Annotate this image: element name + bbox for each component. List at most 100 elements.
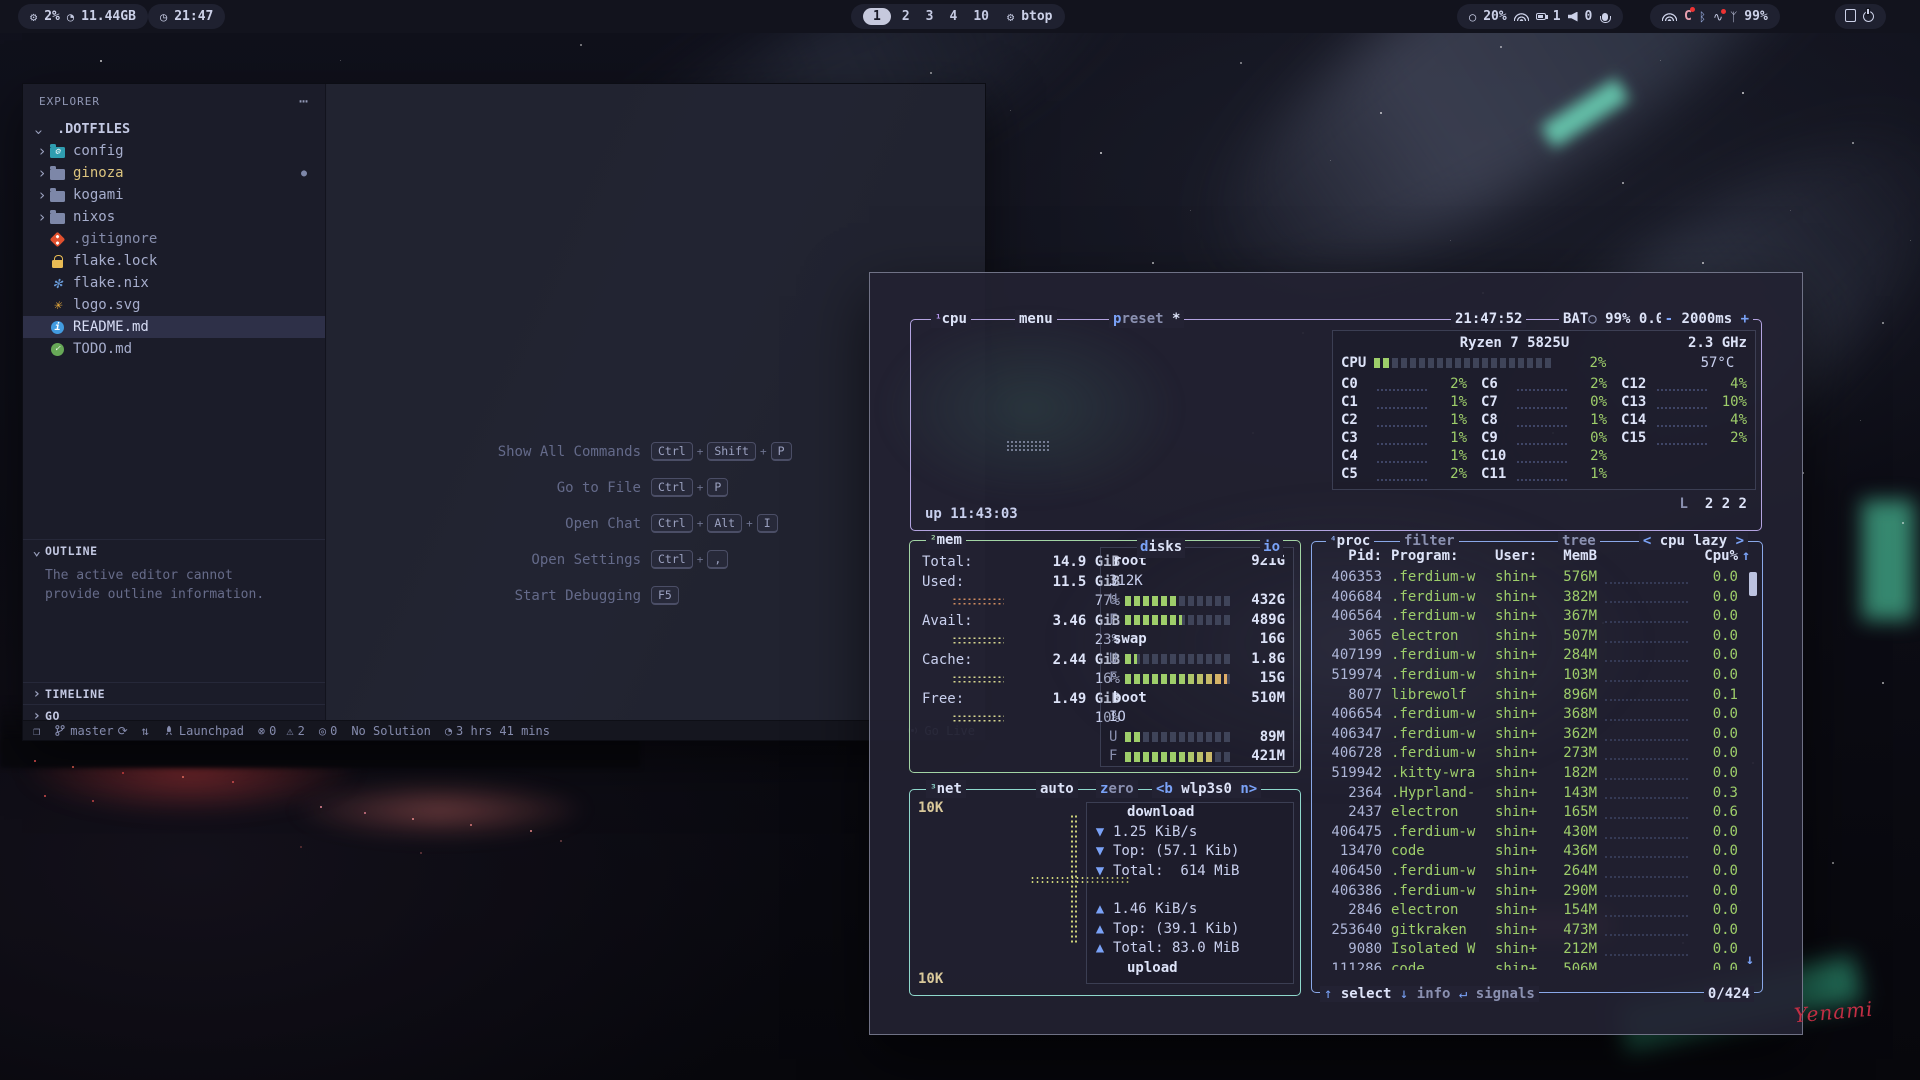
process-row[interactable]: 2437 electron shin+ 165M 0.6 [1320,804,1754,824]
explorer-more-actions-icon[interactable]: ⋯ [299,92,309,110]
bluetooth-icon[interactable]: ᛒ [1699,11,1706,23]
process-row[interactable]: 406353 .ferdium-w shin+ 576M 0.0 [1320,569,1754,589]
process-row[interactable]: 406475 .ferdium-w shin+ 430M 0.0 [1320,824,1754,844]
net-zero-button[interactable]: zero [1096,780,1138,798]
file-row[interactable]: › ginoza ● [23,162,325,184]
process-row[interactable]: 253640 gitkraken shin+ 473M 0.0 [1320,922,1754,942]
free-label: F [1109,669,1119,689]
workspace-button[interactable]: 2 [897,9,915,24]
top-status-bar: ⚙ 2% ◔ 11.44GB ◷ 21:47 1 2 3 4 10 ⚙ btop… [0,0,1920,33]
system-stats-pill[interactable]: ⚙ 2% ◔ 11.44GB [18,4,148,29]
git-branch-button[interactable]: master ⟳ [54,724,127,738]
select-hint[interactable]: select [1341,986,1392,1002]
process-table-header[interactable]: Pid: Program: User: MemB Cpu% ↑ [1320,548,1754,564]
key-chip: F5 [651,586,679,605]
ports-button[interactable]: ◎ 0 [319,724,337,738]
chevron-down-icon: › [30,119,48,139]
process-row[interactable]: 406684 .ferdium-w shin+ 382M 0.0 [1320,589,1754,609]
file-icon [49,231,66,247]
signals-hint[interactable]: signals [1476,986,1535,1002]
workspace-button[interactable]: 3 [921,9,939,24]
process-row[interactable]: 406386 .ferdium-w shin+ 290M 0.0 [1320,883,1754,903]
mem-tab[interactable]: ²mem [926,531,966,549]
menu-button[interactable]: menu [1015,310,1057,328]
process-row[interactable]: 407199 .ferdium-w shin+ 284M 0.0 [1320,647,1754,667]
process-row[interactable]: 406728 .ferdium-w shin+ 273M 0.0 [1320,745,1754,765]
file-row[interactable]: flake.lock [23,250,325,272]
file-type-glyph [50,231,66,247]
process-row[interactable]: 406347 .ferdium-w shin+ 362M 0.0 [1320,726,1754,746]
time-tracker[interactable]: ◔ 3 hrs 41 mins [445,724,550,738]
file-row[interactable]: .gitignore [23,228,325,250]
tray-app-icon[interactable]: C [1684,9,1692,24]
core-leader-dots [1377,443,1427,445]
process-row[interactable]: 406654 .ferdium-w shin+ 368M 0.0 [1320,706,1754,726]
workspace-button[interactable]: 1 [863,8,891,25]
file-row[interactable]: › config [23,140,325,162]
disk-free-bar: F 489G [1109,611,1285,631]
mem-stat-row: Avail: 3.46 GiB [922,612,1120,632]
process-row[interactable]: 2364 .Hyprland- shin+ 143M 0.3 [1320,785,1754,805]
file-row[interactable]: README.md [23,316,325,338]
workspace-button[interactable]: 4 [944,9,962,24]
file-row[interactable]: TODO.md [23,338,325,360]
key-chip: I [757,514,778,533]
net-interface-selector[interactable]: <b wlp3s0 n> [1152,780,1261,798]
clock-pill[interactable]: ◷ 21:47 [148,4,225,29]
hardware-pill[interactable]: ○ 20% 1 0 [1457,4,1623,29]
window-gear-icon: ⚙ [1007,11,1014,23]
cpu-core-row: C14 4% [1621,412,1747,430]
ports-icon: ◎ [319,724,326,738]
cpu-core-row: C11 1% [1481,466,1607,484]
workspace-button[interactable]: 10 [968,9,994,24]
file-row[interactable]: › nixos [23,206,325,228]
process-row[interactable]: 111286 code shin+ 506M 0.0 [1320,961,1754,970]
update-interval-control[interactable]: - 2000ms + [1661,310,1753,328]
process-row[interactable]: 9080 Isolated W shin+ 212M 0.0 [1320,941,1754,961]
preset-button[interactable]: preset * [1109,310,1184,328]
process-row[interactable]: 8077 librewolf shin+ 896M 0.1 [1320,687,1754,707]
cpu-core-row: C13 10% [1621,394,1747,412]
cpu-core-row: C7 0% [1481,394,1607,412]
process-count: 0/424 [1704,986,1754,1002]
power-button-icon[interactable] [1863,11,1874,22]
process-row[interactable]: 519942 .kitty-wra shin+ 182M 0.0 [1320,765,1754,785]
info-hint[interactable]: info [1417,986,1451,1002]
watermark-label: Show All Commands [481,443,641,461]
file-row[interactable]: logo.svg [23,294,325,316]
io-title[interactable]: io [1260,538,1283,558]
process-row[interactable]: 13470 code shin+ 436M 0.0 [1320,843,1754,863]
process-row[interactable]: 2846 electron shin+ 154M 0.0 [1320,902,1754,922]
sync-icon: ⟳ [118,724,128,738]
problems-button[interactable]: ⊗ 0 ⚠ 2 [258,724,305,738]
file-type-glyph [50,147,65,158]
clipboard-icon[interactable] [1847,11,1856,22]
disks-title[interactable]: disks [1137,538,1185,558]
keyboard-battery-value: 1 [1553,9,1561,24]
process-row[interactable]: 406564 .ferdium-w shin+ 367M 0.0 [1320,608,1754,628]
tree-root-dotfiles[interactable]: › .DOTFILES [23,118,325,140]
file-row[interactable]: › kogami [23,184,325,206]
tray-wave-icon[interactable]: ∿ [1713,11,1723,23]
vscode-window: EXPLORER ⋯ › .DOTFILES › config [22,83,986,741]
net-tab[interactable]: ³net [926,780,966,798]
btop-window[interactable]: ¹cpu menu preset * 21:47:52 BAT○ 99% 0.0… [869,272,1803,1035]
remote-window-button[interactable]: ❐ [33,724,40,738]
process-row[interactable]: 3065 electron shin+ 507M 0.0 [1320,628,1754,648]
outline-section-header[interactable]: ⌄ OUTLINE [23,539,325,561]
process-row[interactable]: 406450 .ferdium-w shin+ 264M 0.0 [1320,863,1754,883]
process-row[interactable]: 519974 .ferdium-w shin+ 103M 0.0 [1320,667,1754,687]
timeline-section-header[interactable]: › TIMELINE [23,682,325,704]
scroll-down-arrow-icon[interactable]: ↓ [1746,952,1754,968]
tray-wifi-icon[interactable] [1662,12,1677,21]
solution-status[interactable]: No Solution [351,724,430,738]
process-scrollbar[interactable] [1749,572,1757,596]
launchpad-button[interactable]: Launchpad [163,724,244,738]
free-meter [1125,674,1233,684]
source-control-graph-button[interactable]: ⇅ [142,724,149,738]
cpu-core-row: C9 0% [1481,430,1607,448]
file-row[interactable]: flake.nix [23,272,325,294]
cpu-tab[interactable]: ¹cpu [931,310,971,328]
explorer-title: EXPLORER [39,95,100,108]
net-auto-button[interactable]: auto [1036,780,1078,798]
